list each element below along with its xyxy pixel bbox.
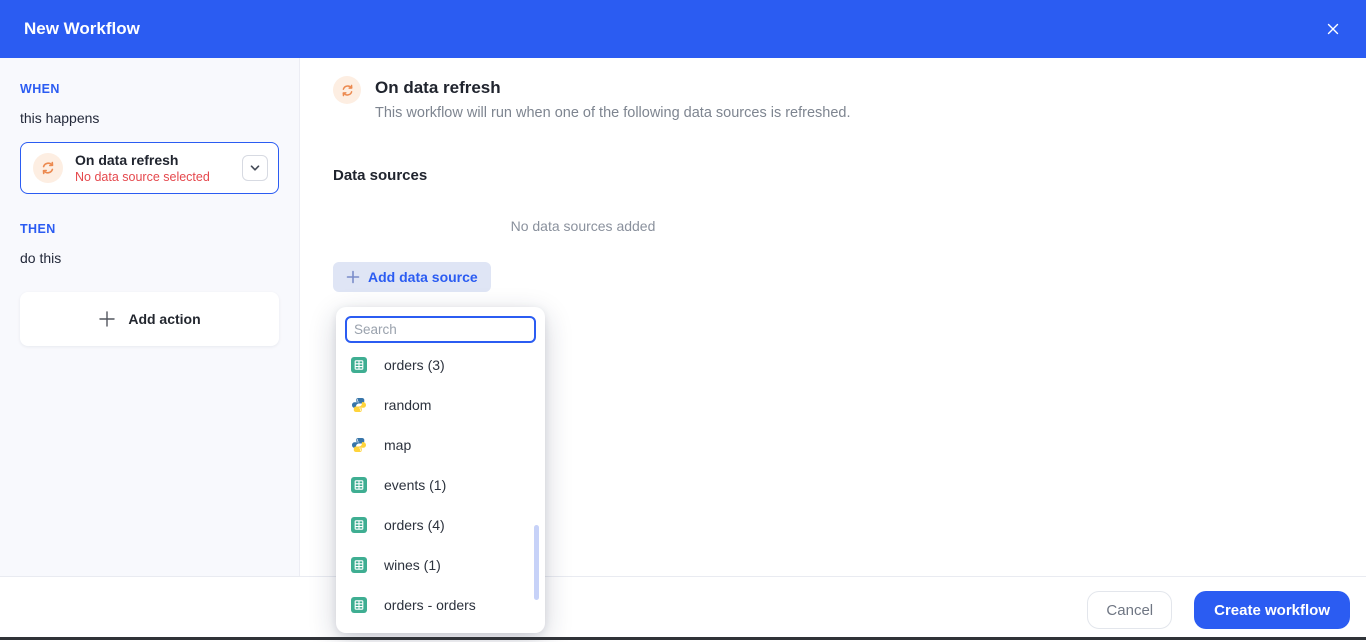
trigger-card[interactable]: On data refresh No data source selected: [20, 142, 279, 194]
add-data-source-label: Add data source: [368, 269, 478, 285]
then-caption: do this: [20, 250, 62, 266]
data-source-item[interactable]: events (1): [336, 465, 545, 505]
data-sources-heading: Data sources: [333, 167, 428, 184]
empty-data-sources-message: No data sources added: [510, 218, 656, 234]
workflow-sidebar: WHEN this happens On data refresh No dat…: [0, 58, 300, 576]
data-source-label: events (1): [384, 477, 447, 493]
data-source-item[interactable]: wines (1): [336, 545, 545, 585]
trigger-header: On data refresh This workflow will run w…: [333, 76, 1366, 121]
when-label: WHEN: [20, 82, 60, 96]
refresh-icon: [33, 153, 63, 183]
data-source-dropdown: orders (3) random map events (1) orders …: [336, 307, 545, 633]
sheet-icon: [351, 357, 367, 373]
refresh-icon: [333, 76, 361, 104]
sheet-icon: [351, 517, 367, 533]
trigger-title: On data refresh: [375, 78, 501, 97]
cancel-button[interactable]: Cancel: [1087, 591, 1173, 629]
trigger-card-title: On data refresh: [75, 152, 179, 168]
modal-header: New Workflow: [0, 0, 1366, 58]
data-source-label: map: [384, 437, 412, 453]
data-source-label: orders - orders: [384, 597, 476, 613]
then-label: THEN: [20, 222, 56, 236]
add-action-label: Add action: [128, 311, 201, 327]
data-source-label: orders (4): [384, 517, 445, 533]
plus-icon: [346, 270, 360, 284]
modal-footer: Cancel Create workflow: [0, 576, 1366, 642]
sheet-icon: [351, 597, 367, 613]
plus-icon: [98, 310, 116, 328]
modal-title: New Workflow: [24, 19, 140, 38]
python-icon: [351, 397, 367, 413]
add-action-button[interactable]: Add action: [20, 292, 279, 346]
trigger-card-subtitle: No data source selected: [75, 170, 210, 184]
data-source-label: orders (3): [384, 357, 445, 373]
sheet-icon: [351, 557, 367, 573]
python-icon: [351, 437, 367, 453]
data-source-item[interactable]: random: [336, 385, 545, 425]
when-caption: this happens: [20, 110, 100, 126]
trigger-description: This workflow will run when one of the f…: [375, 105, 851, 121]
data-source-item[interactable]: orders - orders: [336, 585, 545, 625]
data-source-item[interactable]: map: [336, 425, 545, 465]
data-source-item[interactable]: orders (3): [336, 345, 545, 385]
chevron-down-icon[interactable]: [242, 155, 268, 181]
window-bottom-edge: [0, 637, 1366, 640]
search-input[interactable]: [345, 316, 536, 343]
data-source-list: orders (3) random map events (1) orders …: [336, 345, 545, 625]
data-source-label: wines (1): [384, 557, 441, 573]
create-workflow-button[interactable]: Create workflow: [1194, 591, 1350, 629]
data-source-item[interactable]: orders (4): [336, 505, 545, 545]
add-data-source-button[interactable]: Add data source: [333, 262, 491, 292]
data-source-label: random: [384, 397, 432, 413]
close-icon[interactable]: [1320, 16, 1346, 42]
sheet-icon: [351, 477, 367, 493]
dropdown-scrollbar[interactable]: [534, 525, 539, 600]
new-workflow-modal: New Workflow WHEN this happens On data r…: [0, 0, 1366, 642]
